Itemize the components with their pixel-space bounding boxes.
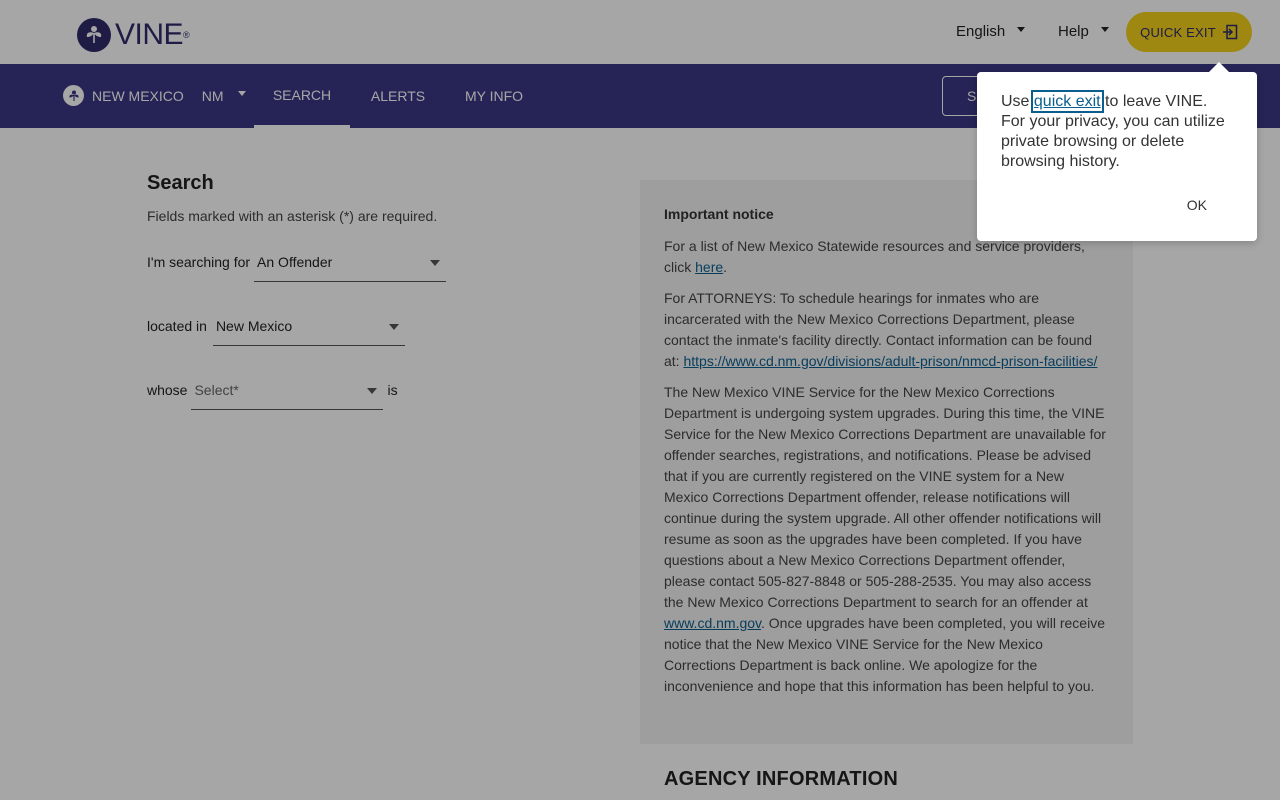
tooltip-text: Use quick exit to leave VINE. For your p… [1001, 90, 1225, 170]
quick-exit-tooltip: Use quick exit to leave VINE. For your p… [977, 62, 1257, 241]
ok-button[interactable]: OK [1187, 197, 1207, 213]
quick-exit-link[interactable]: quick exit [1030, 90, 1104, 113]
